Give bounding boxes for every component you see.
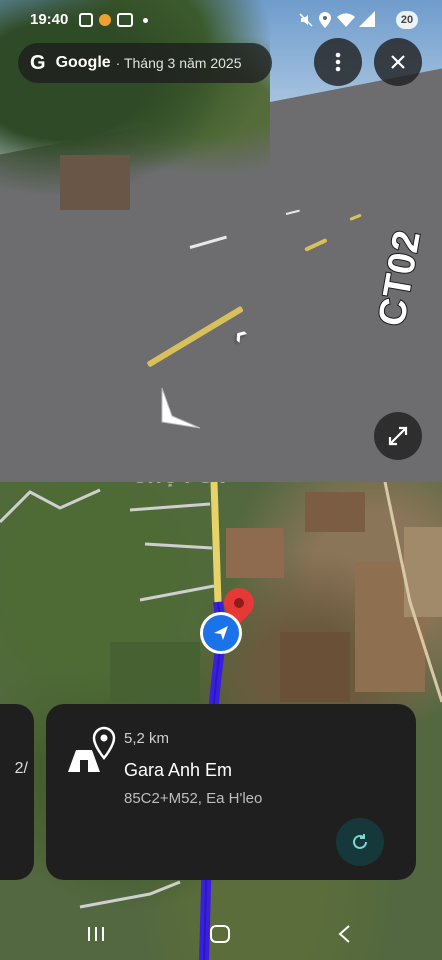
mute-icon <box>299 13 313 27</box>
fullscreen-icon <box>388 426 408 446</box>
move-back-arrow-icon[interactable] <box>158 386 204 437</box>
refresh-button[interactable] <box>336 818 384 866</box>
recent-apps-icon <box>88 927 104 941</box>
car-repair-place-icon <box>68 726 116 772</box>
fullscreen-button[interactable] <box>374 412 422 460</box>
close-button[interactable] <box>374 38 422 86</box>
notification-dot-icon <box>99 14 111 26</box>
battery-icon: 20 <box>396 11 418 29</box>
close-icon <box>391 55 405 69</box>
road-marking-text: CT02 <box>369 226 429 331</box>
google-logo-icon: G <box>30 51 46 74</box>
distance-label: 5,2 km <box>124 730 170 747</box>
status-time: 19:40 <box>30 11 69 28</box>
back-icon <box>338 925 350 943</box>
system-navigation-bar <box>0 908 442 960</box>
partial-card-text: 2/ <box>14 760 28 777</box>
imagery-info-pill[interactable]: G Google · Tháng 3 năm 2025 <box>18 43 272 83</box>
refresh-icon <box>353 834 367 849</box>
navigation-arrow-icon <box>214 626 228 640</box>
place-address: 85C2+M52, Ea H'leo <box>124 790 263 807</box>
more-vert-icon <box>335 52 341 72</box>
location-icon <box>319 12 331 28</box>
street-view-panorama[interactable]: ‹ CT02 19:40 20 G Google · Tháng 3 năm 2… <box>0 0 442 482</box>
home-button[interactable] <box>200 918 240 950</box>
status-bar: 19:40 20 <box>0 0 442 40</box>
dot-icon <box>143 18 148 23</box>
recent-apps-button[interactable] <box>76 918 116 950</box>
roadside-house <box>60 155 130 210</box>
more-options-button[interactable] <box>314 38 362 86</box>
image-icon <box>79 13 93 27</box>
brand-label: Google <box>55 54 111 71</box>
previous-place-card[interactable]: 2/ <box>0 704 34 880</box>
video-icon <box>117 13 133 27</box>
current-location-icon[interactable] <box>200 612 242 654</box>
home-icon <box>210 925 230 943</box>
capture-date: · Tháng 3 năm 2025 <box>115 55 242 71</box>
signal-icon <box>359 11 375 27</box>
place-card[interactable]: 5,2 km Gara Anh Em 85C2+M52, Ea H'leo <box>46 704 416 880</box>
wifi-icon <box>337 13 355 27</box>
watermark: chợTỐT <box>134 482 232 490</box>
back-button[interactable] <box>324 918 364 950</box>
place-name: Gara Anh Em <box>124 760 233 780</box>
